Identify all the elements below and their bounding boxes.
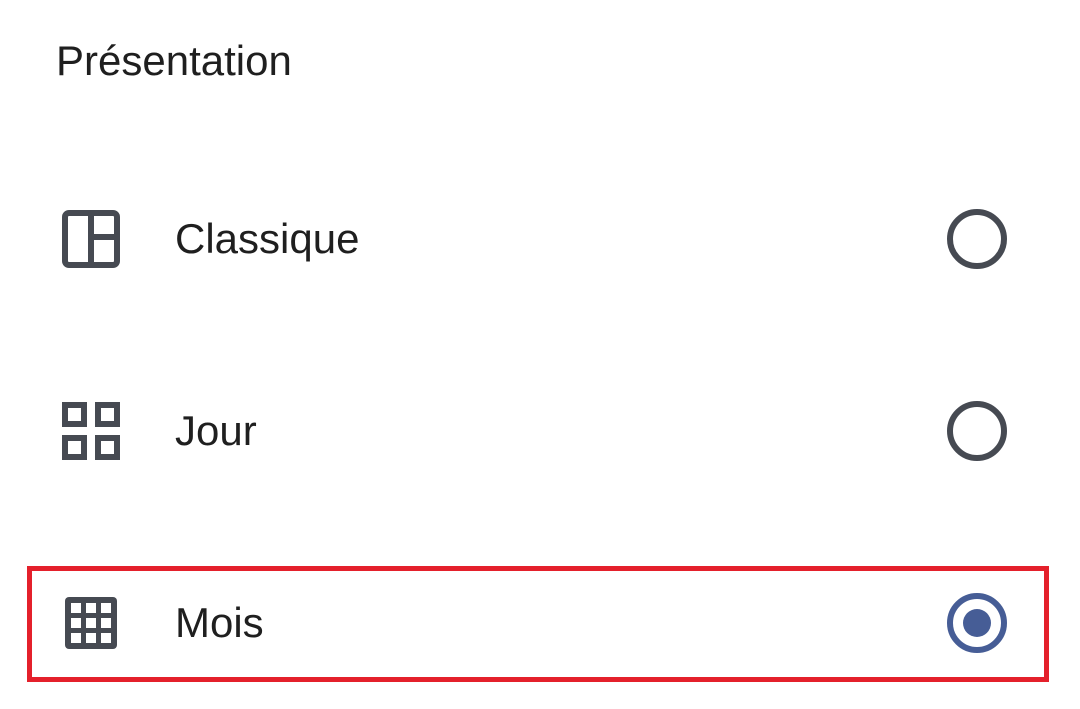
option-label: Mois — [175, 599, 264, 646]
radio-unselected-icon[interactable] — [946, 208, 1008, 270]
option-label: Jour — [175, 407, 257, 454]
page-title: Présentation — [56, 37, 292, 84]
radio-selected-icon[interactable] — [946, 592, 1008, 654]
radio-unselected-icon[interactable] — [946, 400, 1008, 462]
option-classique[interactable]: Classique — [0, 183, 1080, 295]
option-label: Classique — [175, 215, 360, 262]
four-squares-icon — [62, 402, 120, 460]
option-mois[interactable]: Mois — [0, 567, 1080, 679]
option-jour[interactable]: Jour — [0, 375, 1080, 487]
panel-layout-icon — [62, 210, 120, 268]
grid-icon — [65, 597, 117, 649]
